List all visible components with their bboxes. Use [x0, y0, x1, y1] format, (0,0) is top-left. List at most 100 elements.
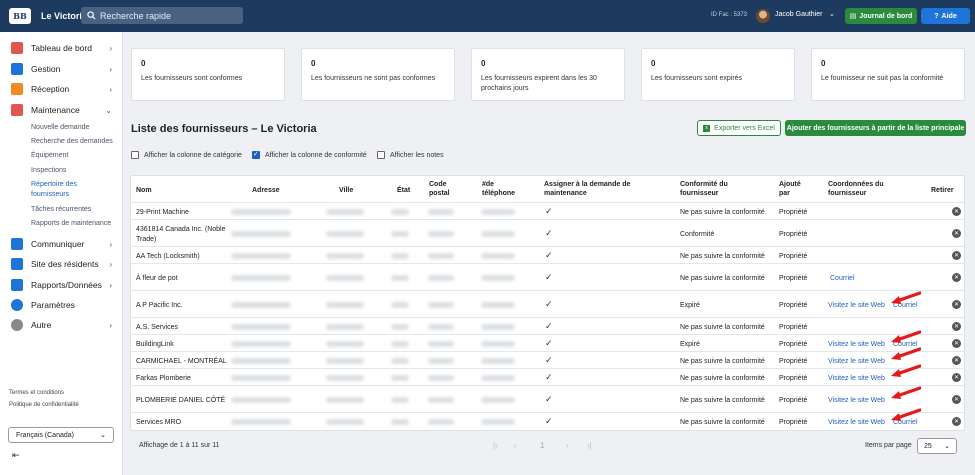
checkbox[interactable] [377, 151, 385, 159]
visit-website-link[interactable]: Visitez le site Web [828, 357, 885, 366]
privacy-link[interactable]: Politique de confidentialité [9, 402, 79, 408]
visit-website-link[interactable]: Visitez le site Web [828, 340, 885, 349]
sidebar-item-residents-site[interactable]: Site des résidents › [0, 255, 123, 273]
stat-card-not-tracking[interactable]: 0 Le fournisseur ne suit pas la conformi… [811, 48, 965, 101]
table-row[interactable]: A P Pacific Inc. ✓ Expiré Propriété Visitez … [131, 290, 966, 317]
toggle-category-column[interactable]: Afficher la colonne de catégorie [131, 151, 242, 159]
vendor-name[interactable]: A P Pacific Inc. [136, 301, 183, 310]
sidebar-item-settings[interactable]: Paramètres [0, 296, 123, 314]
chevron-down-icon[interactable]: ⌄ [829, 10, 835, 18]
sidebar-sub-search-requests[interactable]: Recherche des demandes [31, 138, 113, 145]
current-page[interactable]: 1 [540, 441, 544, 450]
remove-icon[interactable]: ✕ [952, 228, 961, 238]
table-row[interactable]: CARMICHAEL - MONTRÉAL ✓ Ne pas suivre la c… [131, 346, 966, 368]
items-per-page-select[interactable]: 25 ⌄ [917, 438, 957, 454]
quick-search-input[interactable] [100, 10, 240, 21]
checkbox[interactable] [131, 151, 139, 159]
table-row[interactable]: PLOMBERIE DANIEL CÔTÉ ✓ Ne pas suivre la c… [131, 385, 966, 412]
check-icon[interactable]: ✓ [545, 228, 553, 239]
vendor-name[interactable]: 4361814 Canada Inc. (Noble [136, 225, 226, 234]
user-name[interactable]: Jacob Gauthier [775, 11, 822, 18]
vendor-name[interactable]: AA Tech (Locksmith) [136, 252, 200, 261]
check-icon[interactable]: ✓ [545, 394, 553, 405]
remove-icon[interactable]: ✕ [952, 272, 961, 282]
sidebar-sub-vendor-directory[interactable]: Répertoire des [31, 181, 77, 188]
help-button[interactable]: ? Aide [921, 8, 970, 24]
remove-icon[interactable]: ✕ [952, 299, 961, 309]
sidebar-item-maintenance[interactable]: Maintenance ⌄ [0, 101, 123, 119]
check-icon[interactable]: ✓ [545, 355, 553, 366]
add-vendors-button[interactable]: Ajouter des fournisseurs à partir de la … [785, 120, 966, 136]
sidebar-item-reception[interactable]: Réception › [0, 80, 123, 98]
sidebar-sub-vendor-directory-line2[interactable]: fournisseurs [31, 191, 69, 198]
table-row[interactable]: A.S. Services ✓ Ne pas suivre la conformit… [131, 317, 966, 334]
sidebar-item-communiquer[interactable]: Communiquer › [0, 235, 123, 253]
stat-card-expired[interactable]: 0 Les fournisseurs sont expirés [641, 48, 795, 101]
table-row[interactable]: 4361814 Canada Inc. (Noble Trade) ✓ Conform… [131, 219, 966, 246]
first-page-icon[interactable]: |‹ [493, 441, 498, 450]
check-icon[interactable]: ✓ [545, 250, 553, 261]
sidebar-sub-new-request[interactable]: Nouvelle demande [31, 124, 89, 131]
toggle-compliance-column[interactable]: Afficher la colonne de conformité [252, 150, 367, 159]
table-row[interactable]: 29-Print Machine ✓ Ne pas suivre la confor… [131, 202, 966, 219]
col-header-city[interactable]: Ville [339, 186, 353, 195]
app-logo[interactable]: BB [9, 8, 31, 24]
email-link[interactable]: Courriel [830, 274, 855, 283]
avatar[interactable] [756, 9, 770, 23]
remove-icon[interactable]: ✕ [952, 321, 961, 331]
sidebar-sub-maintenance-reports[interactable]: Rapports de maintenance [31, 220, 111, 227]
vendor-name[interactable]: À fleur de pot [136, 274, 178, 283]
vendor-name[interactable]: CARMICHAEL - MONTRÉAL [136, 357, 227, 366]
check-icon[interactable]: ✓ [545, 416, 553, 427]
col-header-compliance[interactable]: Conformité du fournisseur [680, 180, 728, 198]
sidebar-item-other[interactable]: Autre › [0, 316, 123, 334]
checkbox[interactable] [252, 150, 260, 159]
remove-icon[interactable]: ✕ [952, 372, 961, 382]
visit-website-link[interactable]: Visitez le site Web [828, 301, 885, 310]
col-header-postal[interactable]: Code postal [429, 180, 450, 198]
visit-website-link[interactable]: Visitez le site Web [828, 418, 885, 427]
check-icon[interactable]: ✓ [545, 299, 553, 310]
col-header-added-by[interactable]: Ajouté par [779, 180, 801, 198]
sidebar-sub-inspections[interactable]: Inspections [31, 167, 66, 174]
language-select[interactable]: Français (Canada) ⌄ [8, 427, 114, 443]
table-row[interactable]: À fleur de pot ✓ Ne pas suivre la conformi… [131, 263, 966, 290]
remove-icon[interactable]: ✕ [952, 394, 961, 404]
vendor-name[interactable]: 29-Print Machine [136, 208, 189, 217]
vendor-name[interactable]: PLOMBERIE DANIEL CÔTÉ [136, 396, 225, 405]
table-row[interactable]: Services MRO ✓ Ne pas suivre la conformité… [131, 407, 966, 429]
visit-website-link[interactable]: Visitez le site Web [828, 396, 885, 405]
prev-page-icon[interactable]: ‹ [514, 441, 517, 450]
sidebar-item-reports[interactable]: Rapports/Données › [0, 276, 123, 294]
vendor-name-line2[interactable]: Trade) [136, 235, 156, 244]
remove-icon[interactable]: ✕ [952, 338, 961, 348]
table-row[interactable]: AA Tech (Locksmith) ✓ Ne pas suivre la con… [131, 246, 966, 263]
quick-search[interactable] [81, 7, 243, 24]
stat-card-expiring[interactable]: 0 Les fournisseurs expirent dans les 30 … [471, 48, 625, 101]
sidebar-sub-equipment[interactable]: Équipement [31, 152, 68, 159]
col-header-address[interactable]: Adresse [252, 186, 280, 195]
table-row[interactable]: BuildingLink ✓ Expiré Propriété Visitez le s… [131, 329, 966, 351]
export-excel-button[interactable]: x Exporter vers Excel [697, 120, 781, 136]
col-header-phone[interactable]: #de téléphone [482, 180, 515, 198]
sidebar-item-dashboard[interactable]: Tableau de bord › [0, 39, 123, 57]
remove-icon[interactable]: ✕ [952, 206, 961, 216]
toggle-notes[interactable]: Afficher les notes [377, 151, 444, 159]
vendor-name[interactable]: Services MRO [136, 418, 181, 427]
sidebar-sub-recurring-tasks[interactable]: Tâches récurrentes [31, 206, 91, 213]
check-icon[interactable]: ✓ [545, 272, 553, 283]
next-page-icon[interactable]: › [566, 441, 569, 450]
vendor-name[interactable]: BuildingLink [136, 340, 174, 349]
terms-link[interactable]: Termes et conditions [9, 390, 64, 396]
sidebar-item-gestion[interactable]: Gestion › [0, 60, 123, 78]
collapse-sidebar-icon[interactable]: ⇤ [12, 450, 20, 461]
check-icon[interactable]: ✓ [545, 206, 553, 217]
col-header-name[interactable]: Nom [136, 186, 152, 195]
stat-card-compliant[interactable]: 0 Les fournisseurs sont conformes [131, 48, 285, 101]
visit-website-link[interactable]: Visitez le site Web [828, 374, 885, 383]
check-icon[interactable]: ✓ [545, 321, 553, 332]
col-header-state[interactable]: État [397, 186, 410, 195]
check-icon[interactable]: ✓ [545, 372, 553, 383]
remove-icon[interactable]: ✕ [952, 250, 961, 260]
check-icon[interactable]: ✓ [545, 338, 553, 349]
